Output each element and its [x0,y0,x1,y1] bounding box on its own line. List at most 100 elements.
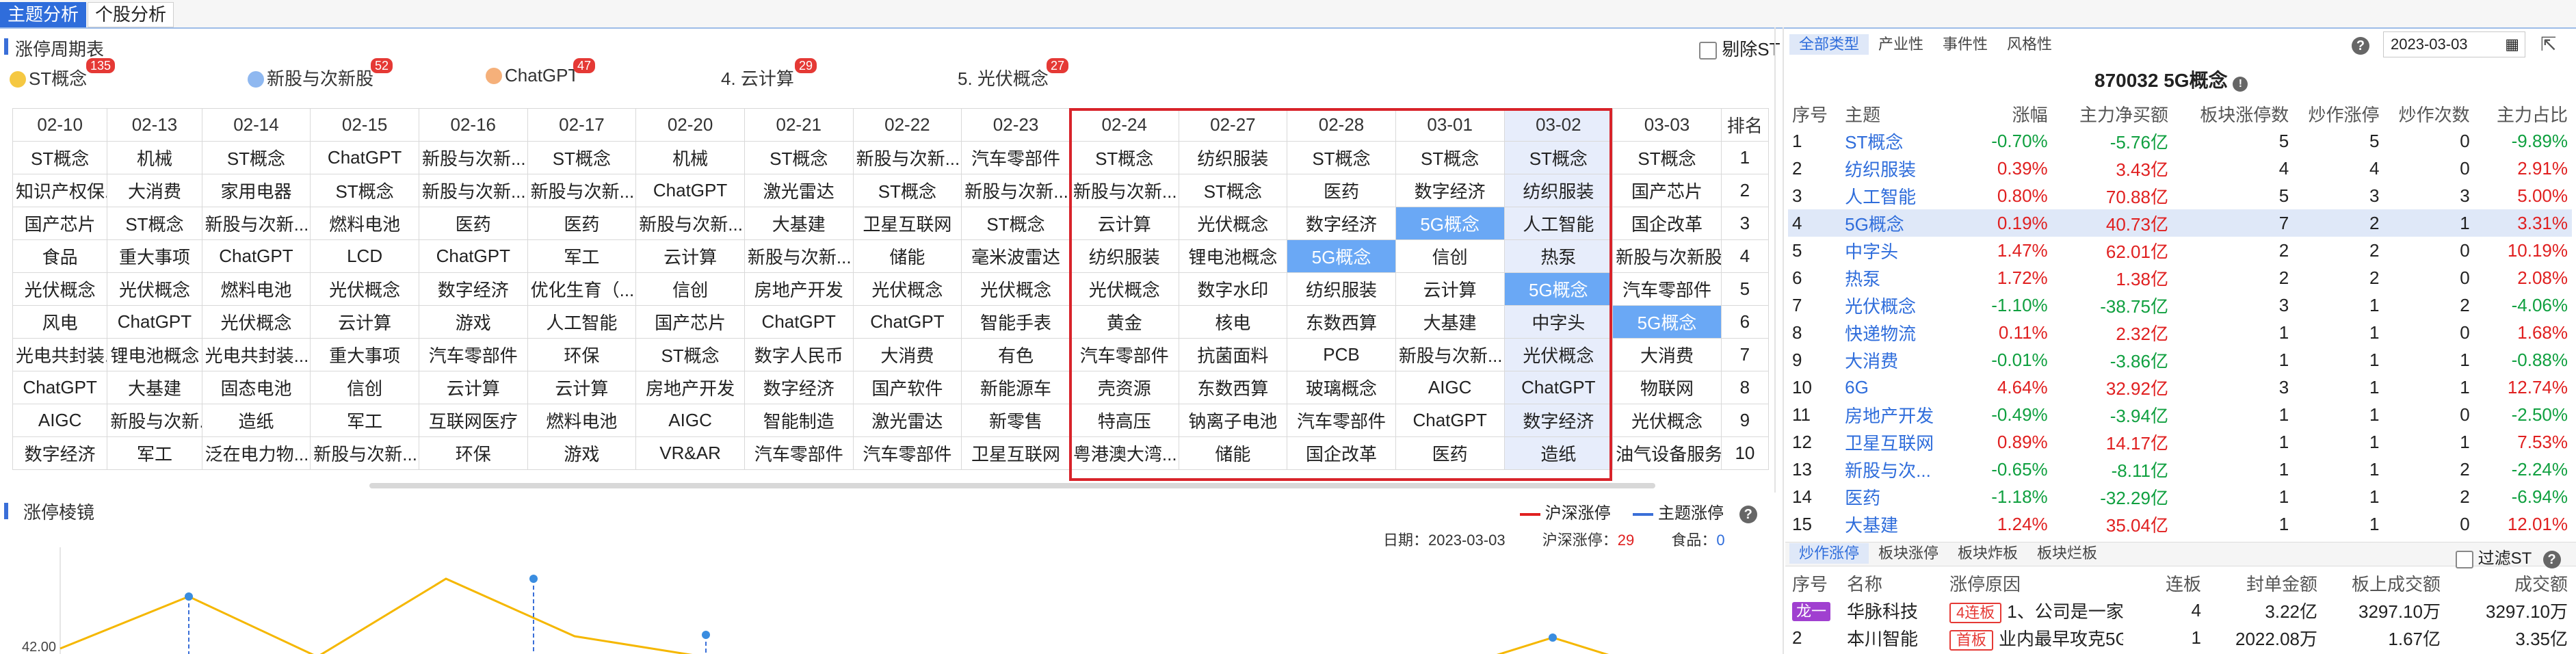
table-row[interactable]: 6 热泵 1.72% 1.38亿 2 2 0 2.08% [1788,264,2572,291]
theme-cell[interactable]: 物联网 [1612,371,1722,404]
theme-cell[interactable]: 新股与次新... [107,404,202,437]
theme-cell[interactable]: 信创 [310,371,419,404]
date-header[interactable]: 02-15 [310,108,419,142]
theme-cell[interactable]: 新股与次新... [744,239,854,273]
theme-cell[interactable]: 新股与次新... [310,436,419,470]
theme-cell[interactable]: ChatGPT [12,371,108,404]
theme-name[interactable]: 房地产开发 [1841,401,1954,428]
date-header[interactable]: 02-20 [635,108,745,142]
theme-name[interactable]: 快递物流 [1841,319,1954,346]
theme-cell[interactable]: 新能源车 [961,371,1070,404]
theme-name[interactable]: 人工智能 [1841,182,1954,209]
theme-cell[interactable]: 汽车零部件 [1612,272,1722,306]
theme-cell[interactable]: ST概念 [852,174,962,207]
theme-name[interactable]: 大消费 [1841,346,1954,374]
theme-cell[interactable]: 医药 [418,207,528,240]
theme-cell[interactable]: 燃料电池 [310,207,419,240]
horizontal-scrollbar[interactable] [369,483,1655,488]
theme-name[interactable]: 医药 [1841,483,1954,510]
theme-cell[interactable]: 有色 [961,338,1070,371]
table-row[interactable]: 2 纺织服装 0.39% 3.43亿 4 4 0 2.91% [1788,155,2572,182]
tab-industry[interactable]: 产业性 [1869,34,1933,55]
table-row[interactable]: 10 6G 4.64% 32.92亿 3 1 1 12.74% [1788,374,2572,401]
theme-cell[interactable]: 大消费 [852,338,962,371]
column-header[interactable]: 主力占比 [2474,100,2572,127]
theme-cell[interactable]: LCD [310,239,419,273]
theme-cell[interactable]: 新股与次新... [635,207,745,240]
theme-cell[interactable]: 国产芯片 [1612,174,1722,207]
theme-cell[interactable]: 新股与次新... [201,207,311,240]
theme-cell[interactable]: 大基建 [107,371,202,404]
theme-cell[interactable]: 光伏概念 [12,272,108,306]
column-header[interactable]: 炒作次数 [2383,100,2473,127]
theme-cell[interactable]: ChatGPT [201,239,311,273]
theme-cell[interactable]: 光电共封装... [12,338,108,371]
theme-cell[interactable]: 大基建 [744,207,854,240]
date-header[interactable]: 02-16 [418,108,528,142]
tab-stock-analysis[interactable]: 个股分析 [88,2,174,27]
tab-hype-limit[interactable]: 炒作涨停 [1789,543,1869,564]
theme-cell[interactable]: 光伏概念 [852,272,962,306]
theme-cell[interactable]: 环保 [527,338,637,371]
table-row[interactable]: 3 人工智能 0.80% 70.88亿 5 3 3 5.00% [1788,182,2572,209]
table-row[interactable]: 12 卫星互联网 0.89% 14.17亿 1 1 1 7.53% [1788,428,2572,456]
theme-cell[interactable]: 医药 [527,207,637,240]
legend-item-chatgpt[interactable]: ChatGPT 47 [486,58,596,86]
remove-st-box[interactable] [1699,42,1717,60]
theme-name[interactable]: 纺织服装 [1841,155,1954,182]
theme-cell[interactable]: 油气设备服务 [1612,436,1722,470]
theme-cell[interactable]: ChatGPT [744,305,854,339]
column-header[interactable]: 主题 [1841,100,1954,127]
theme-cell[interactable]: 游戏 [527,436,637,470]
tab-event[interactable]: 事件性 [1933,34,1997,55]
table-row[interactable]: 龙一华脉科技4连板1、公司是一家信息... 4 3.22亿 3297.10万 3297.… [1788,597,2572,624]
theme-cell[interactable]: 激光雷达 [744,174,854,207]
theme-name[interactable]: ST概念 [1841,127,1954,155]
theme-cell[interactable]: 互联网医疗 [418,404,528,437]
help-icon[interactable]: ? [2352,37,2369,55]
theme-cell[interactable]: ST概念 [107,207,202,240]
theme-cell[interactable]: 汽车零部件 [418,338,528,371]
theme-cell[interactable]: AIGC [12,404,108,437]
theme-name[interactable]: 卫星互联网 [1841,428,1954,456]
column-header[interactable]: 封单金额 [2205,569,2322,597]
theme-cell[interactable]: 大消费 [107,174,202,207]
theme-cell[interactable]: 数字人民币 [744,338,854,371]
data-point[interactable] [185,592,193,601]
theme-cell[interactable]: 新股与次新股 [1612,239,1722,273]
date-header[interactable]: 02-21 [744,108,854,142]
theme-cell[interactable]: ChatGPT [852,305,962,339]
theme-cell[interactable]: 信创 [635,272,745,306]
tab-style[interactable]: 风格性 [1997,34,2062,55]
legend-item-pv[interactable]: 5. 光伏概念 27 [958,58,1069,90]
theme-cell[interactable]: 5G概念 [1612,305,1722,339]
theme-cell[interactable]: 泛在电力物... [201,436,311,470]
calendar-icon[interactable]: ▦ [2505,32,2519,57]
theme-cell[interactable]: 锂电池概念 [107,338,202,371]
theme-cell[interactable]: 云计算 [635,239,745,273]
filter-st-box[interactable] [2456,550,2473,568]
theme-cell[interactable]: 卫星互联网 [961,436,1070,470]
theme-cell[interactable]: VR&AR [635,436,745,470]
column-header[interactable]: 涨停原因 [1945,569,2123,597]
table-row[interactable]: 4 5G概念 0.19% 40.73亿 7 2 1 3.31% [1788,209,2572,237]
theme-cell[interactable]: 光伏概念 [201,305,311,339]
theme-cell[interactable]: 卫星互联网 [852,207,962,240]
date-header[interactable]: 02-14 [201,108,311,142]
legend-item-st[interactable]: ST概念 135 [10,58,116,90]
theme-name[interactable]: 中字头 [1841,237,1954,264]
theme-cell[interactable]: 机械 [635,141,745,174]
tab-theme-analysis[interactable]: 主题分析 [0,2,87,27]
theme-cell[interactable]: 云计算 [310,305,419,339]
theme-name[interactable]: 光伏概念 [1841,291,1954,319]
table-row[interactable]: 11 房地产开发 -0.49% -3.94亿 1 1 0 -2.50% [1788,401,2572,428]
theme-cell[interactable]: 机械 [107,141,202,174]
theme-cell[interactable]: ST概念 [1612,141,1722,174]
theme-cell[interactable]: 光伏概念 [310,272,419,306]
date-header[interactable]: 02-13 [107,108,202,142]
column-header[interactable]: 主力净买额 [2052,100,2172,127]
theme-cell[interactable]: 游戏 [418,305,528,339]
theme-cell[interactable]: 国产芯片 [12,207,108,240]
date-header[interactable]: 02-22 [852,108,962,142]
theme-cell[interactable]: 汽车零部件 [744,436,854,470]
